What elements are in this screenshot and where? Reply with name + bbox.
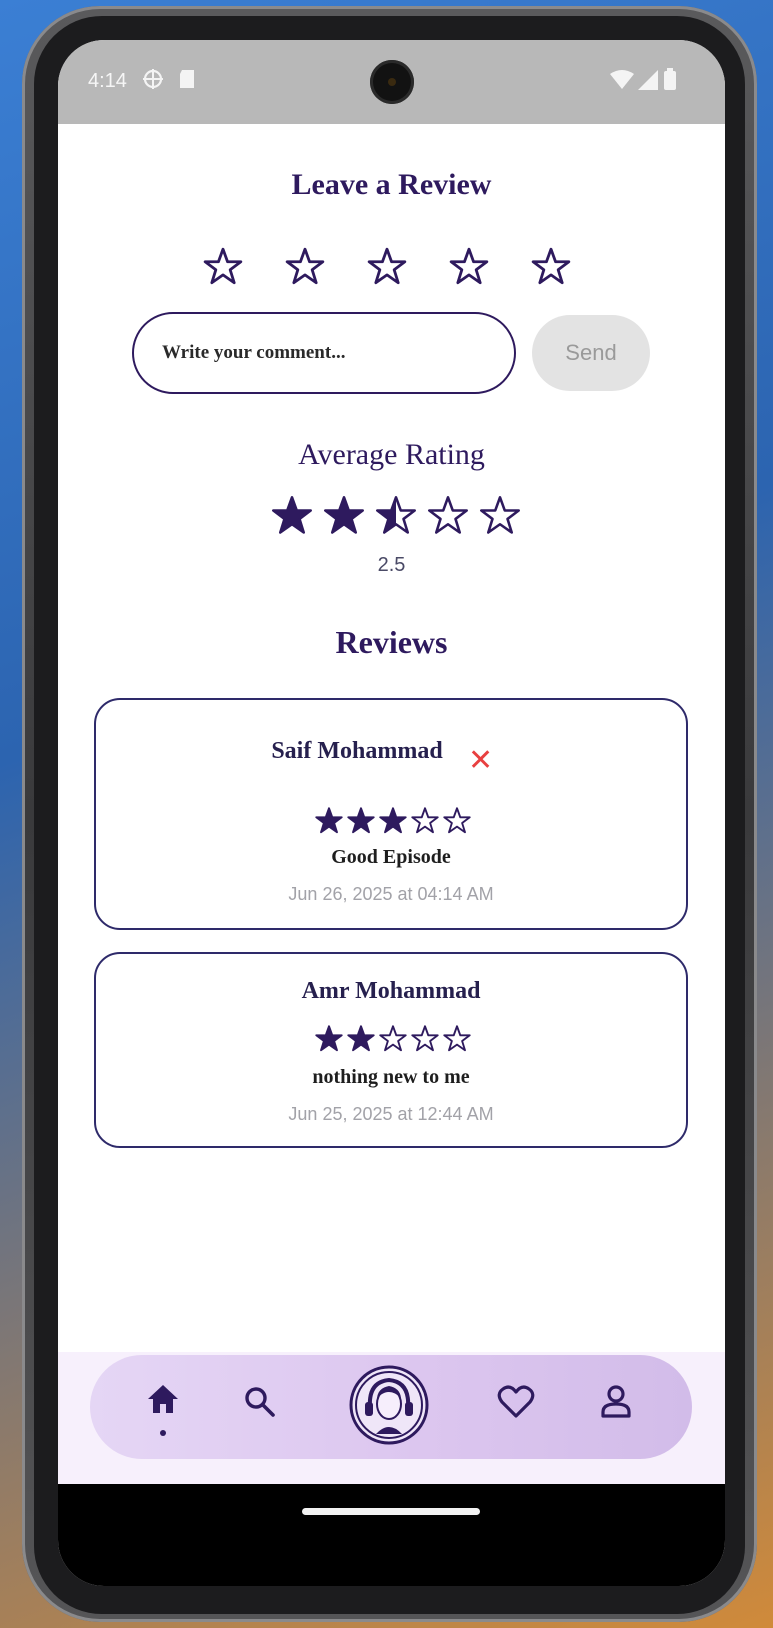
battery-icon <box>664 68 676 90</box>
profile-icon[interactable] <box>594 1380 638 1424</box>
star-4-icon[interactable] <box>448 246 490 288</box>
star-empty-icon <box>411 807 439 834</box>
home-icon[interactable] <box>142 1378 184 1420</box>
review-date: Jun 26, 2025 at 04:14 AM <box>288 884 494 904</box>
search-icon[interactable] <box>238 1380 282 1424</box>
review-comment: Good Episode <box>331 846 451 868</box>
star-half-icon <box>376 496 416 534</box>
star-filled-icon <box>379 807 407 834</box>
star-empty-icon <box>428 496 468 534</box>
reviews-title: Reviews <box>335 624 448 660</box>
star-filled-icon <box>315 807 343 834</box>
star-empty-icon <box>443 807 471 834</box>
average-rating-stars <box>270 494 522 538</box>
status-bar: 4:14 <box>58 40 725 124</box>
location-icon <box>143 69 163 89</box>
comment-input[interactable]: Write your comment... <box>132 312 516 394</box>
rating-input-stars[interactable] <box>202 246 572 288</box>
star-filled-icon <box>315 1025 343 1052</box>
front-camera <box>370 60 414 104</box>
average-rating-title: Average Rating <box>298 438 485 471</box>
star-empty-icon <box>480 496 520 534</box>
review-stars <box>314 1024 472 1054</box>
star-5-icon[interactable] <box>530 246 572 288</box>
sd-card-icon <box>180 70 194 88</box>
podcast-avatar-icon[interactable] <box>348 1364 430 1446</box>
leave-review-title: Leave a Review <box>291 168 492 201</box>
review-date: Jun 25, 2025 at 12:44 AM <box>288 1104 494 1124</box>
reviewer-name: Amr Mohammad <box>301 978 481 1004</box>
active-tab-indicator <box>160 1430 166 1436</box>
average-rating-value: 2.5 <box>377 554 406 576</box>
star-empty-icon <box>443 1025 471 1052</box>
heart-icon[interactable] <box>494 1380 538 1424</box>
comment-placeholder: Write your comment... <box>162 342 346 363</box>
wifi-icon <box>610 70 634 89</box>
gesture-handle[interactable] <box>302 1508 480 1515</box>
gesture-navigation-area <box>58 1484 725 1586</box>
star-empty-icon <box>379 1025 407 1052</box>
status-time: 4:14 <box>88 70 127 92</box>
star-1-icon[interactable] <box>202 246 244 288</box>
review-stars <box>314 806 472 836</box>
star-3-icon[interactable] <box>366 246 408 288</box>
star-2-icon[interactable] <box>284 246 326 288</box>
reviewer-name: Saif Mohammad <box>271 738 443 764</box>
star-empty-icon <box>411 1025 439 1052</box>
review-card: Saif Mohammad ✕ Good Episode Jun 26, 202… <box>94 698 688 930</box>
send-button[interactable]: Send <box>532 315 650 391</box>
signal-icon <box>638 70 658 90</box>
app-screen: 4:14 Leave a Review Write your comment..… <box>58 40 725 1586</box>
review-comment: nothing new to me <box>312 1066 470 1088</box>
star-filled-icon <box>324 496 364 534</box>
review-card: Amr Mohammad nothing new to me Jun 25, 2… <box>94 952 688 1148</box>
star-filled-icon <box>347 807 375 834</box>
delete-review-icon[interactable]: ✕ <box>468 746 493 776</box>
star-filled-icon <box>272 496 312 534</box>
star-filled-icon <box>347 1025 375 1052</box>
